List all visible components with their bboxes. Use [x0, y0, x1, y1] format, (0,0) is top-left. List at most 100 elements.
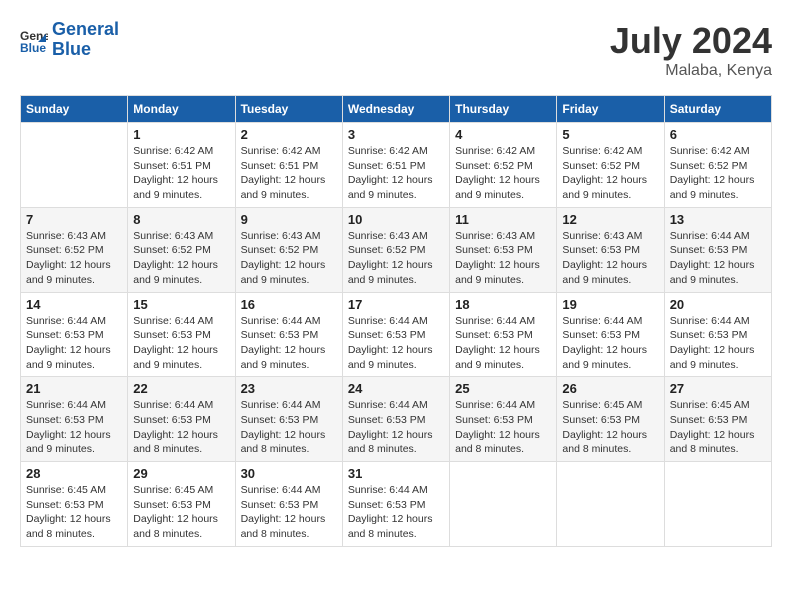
- day-info: Sunrise: 6:45 AMSunset: 6:53 PMDaylight:…: [26, 483, 122, 542]
- calendar-cell: 21Sunrise: 6:44 AMSunset: 6:53 PMDayligh…: [21, 377, 128, 462]
- header-sunday: Sunday: [21, 96, 128, 123]
- day-number: 10: [348, 212, 444, 227]
- day-info: Sunrise: 6:42 AMSunset: 6:51 PMDaylight:…: [133, 144, 229, 203]
- day-info: Sunrise: 6:43 AMSunset: 6:53 PMDaylight:…: [562, 229, 658, 288]
- calendar-cell: 26 Sunrise: 6:45 AMSunset: 6:53 PMDayligh…: [557, 377, 664, 462]
- day-number: 7: [26, 212, 122, 227]
- day-info: Sunrise: 6:43 AMSunset: 6:52 PMDaylight:…: [133, 229, 229, 288]
- day-info: Sunrise: 6:44 AMSunset: 6:53 PMDaylight:…: [455, 314, 551, 373]
- day-info: Sunrise: 6:45 AMSunset: 6:53 PMDaylight:…: [133, 483, 229, 542]
- day-info: Sunrise: 6:44 AMSunset: 6:53 PMDaylight:…: [133, 314, 229, 373]
- calendar-cell: 10 Sunrise: 6:43 AMSunset: 6:52 PMDayligh…: [342, 207, 449, 292]
- day-number: 26: [562, 381, 658, 396]
- day-info: Sunrise: 6:44 AMSunset: 6:53 PMDaylight:…: [241, 314, 337, 373]
- header-friday: Friday: [557, 96, 664, 123]
- day-info: Sunrise: 6:44 AMSunset: 6:53 PMDaylight:…: [670, 229, 766, 288]
- calendar-cell: 18 Sunrise: 6:44 AMSunset: 6:53 PMDayligh…: [450, 292, 557, 377]
- header-saturday: Saturday: [664, 96, 771, 123]
- day-number: 24: [348, 381, 444, 396]
- logo-icon: General Blue: [20, 26, 48, 54]
- header-thursday: Thursday: [450, 96, 557, 123]
- logo-text: General Blue: [52, 20, 119, 60]
- day-info: Sunrise: 6:45 AMSunset: 6:53 PMDaylight:…: [562, 398, 658, 457]
- day-number: 3: [348, 127, 444, 142]
- calendar-cell: 3Sunrise: 6:42 AMSunset: 6:51 PMDaylight…: [342, 123, 449, 208]
- calendar-cell: 5 Sunrise: 6:42 AMSunset: 6:52 PMDaylight…: [557, 123, 664, 208]
- calendar-cell: 22 Sunrise: 6:44 AMSunset: 6:53 PMDayligh…: [128, 377, 235, 462]
- calendar-cell: [664, 462, 771, 547]
- header-wednesday: Wednesday: [342, 96, 449, 123]
- day-info: Sunrise: 6:45 AMSunset: 6:53 PMDaylight:…: [670, 398, 766, 457]
- day-number: 23: [241, 381, 337, 396]
- day-info: Sunrise: 6:43 AMSunset: 6:53 PMDaylight:…: [455, 229, 551, 288]
- day-number: 14: [26, 297, 122, 312]
- day-number: 4: [455, 127, 551, 142]
- day-info: Sunrise: 6:44 AMSunset: 6:53 PMDaylight:…: [670, 314, 766, 373]
- day-info: Sunrise: 6:44 AMSunset: 6:53 PMDaylight:…: [348, 398, 444, 457]
- month-title: July 2024: [610, 20, 772, 62]
- calendar-cell: 16Sunrise: 6:44 AMSunset: 6:53 PMDayligh…: [235, 292, 342, 377]
- calendar-cell: 9 Sunrise: 6:43 AMSunset: 6:52 PMDaylight…: [235, 207, 342, 292]
- day-number: 8: [133, 212, 229, 227]
- day-number: 18: [455, 297, 551, 312]
- logo: General Blue General Blue: [20, 20, 119, 60]
- day-number: 9: [241, 212, 337, 227]
- calendar-cell: 11 Sunrise: 6:43 AMSunset: 6:53 PMDayligh…: [450, 207, 557, 292]
- logo-blue: Blue: [52, 39, 91, 59]
- calendar-cell: 4 Sunrise: 6:42 AMSunset: 6:52 PMDaylight…: [450, 123, 557, 208]
- day-info: Sunrise: 6:42 AMSunset: 6:51 PMDaylight:…: [241, 144, 337, 203]
- day-number: 20: [670, 297, 766, 312]
- day-number: 19: [562, 297, 658, 312]
- calendar-cell: 20 Sunrise: 6:44 AMSunset: 6:53 PMDayligh…: [664, 292, 771, 377]
- calendar-cell: 12 Sunrise: 6:43 AMSunset: 6:53 PMDayligh…: [557, 207, 664, 292]
- day-number: 22: [133, 381, 229, 396]
- calendar-cell: 15 Sunrise: 6:44 AMSunset: 6:53 PMDayligh…: [128, 292, 235, 377]
- day-info: Sunrise: 6:43 AMSunset: 6:52 PMDaylight:…: [241, 229, 337, 288]
- day-info: Sunrise: 6:44 AMSunset: 6:53 PMDaylight:…: [562, 314, 658, 373]
- day-number: 1: [133, 127, 229, 142]
- calendar-cell: 29 Sunrise: 6:45 AMSunset: 6:53 PMDayligh…: [128, 462, 235, 547]
- calendar-cell: 19 Sunrise: 6:44 AMSunset: 6:53 PMDayligh…: [557, 292, 664, 377]
- day-number: 17: [348, 297, 444, 312]
- day-number: 28: [26, 466, 122, 481]
- day-info: Sunrise: 6:43 AMSunset: 6:52 PMDaylight:…: [348, 229, 444, 288]
- calendar-cell: 24 Sunrise: 6:44 AMSunset: 6:53 PMDayligh…: [342, 377, 449, 462]
- calendar-cell: 13 Sunrise: 6:44 AMSunset: 6:53 PMDayligh…: [664, 207, 771, 292]
- header-tuesday: Tuesday: [235, 96, 342, 123]
- day-info: Sunrise: 6:42 AMSunset: 6:52 PMDaylight:…: [670, 144, 766, 203]
- svg-text:Blue: Blue: [20, 41, 46, 54]
- day-info: Sunrise: 6:44 AMSunset: 6:53 PMDaylight:…: [455, 398, 551, 457]
- calendar-cell: 23 Sunrise: 6:44 AMSunset: 6:53 PMDayligh…: [235, 377, 342, 462]
- calendar-table: SundayMondayTuesdayWednesdayThursdayFrid…: [20, 95, 772, 547]
- day-number: 12: [562, 212, 658, 227]
- calendar-cell: 25 Sunrise: 6:44 AMSunset: 6:53 PMDayligh…: [450, 377, 557, 462]
- calendar-cell: 27 Sunrise: 6:45 AMSunset: 6:53 PMDayligh…: [664, 377, 771, 462]
- day-number: 15: [133, 297, 229, 312]
- week-row-3: 14 Sunrise: 6:44 AMSunset: 6:53 PMDayligh…: [21, 292, 772, 377]
- calendar-cell: 6Sunrise: 6:42 AMSunset: 6:52 PMDaylight…: [664, 123, 771, 208]
- header-row: SundayMondayTuesdayWednesdayThursdayFrid…: [21, 96, 772, 123]
- day-info: Sunrise: 6:43 AMSunset: 6:52 PMDaylight:…: [26, 229, 122, 288]
- day-info: Sunrise: 6:44 AMSunset: 6:53 PMDaylight:…: [241, 483, 337, 542]
- day-info: Sunrise: 6:42 AMSunset: 6:52 PMDaylight:…: [455, 144, 551, 203]
- calendar-cell: 2 Sunrise: 6:42 AMSunset: 6:51 PMDaylight…: [235, 123, 342, 208]
- day-number: 2: [241, 127, 337, 142]
- day-info: Sunrise: 6:42 AMSunset: 6:52 PMDaylight:…: [562, 144, 658, 203]
- day-info: Sunrise: 6:44 AMSunset: 6:53 PMDaylight:…: [241, 398, 337, 457]
- day-number: 29: [133, 466, 229, 481]
- header-monday: Monday: [128, 96, 235, 123]
- day-info: Sunrise: 6:44 AMSunset: 6:53 PMDaylight:…: [348, 314, 444, 373]
- day-number: 27: [670, 381, 766, 396]
- title-block: July 2024 Malaba, Kenya: [610, 20, 772, 80]
- calendar-cell: [557, 462, 664, 547]
- calendar-cell: 14 Sunrise: 6:44 AMSunset: 6:53 PMDayligh…: [21, 292, 128, 377]
- day-number: 11: [455, 212, 551, 227]
- day-number: 25: [455, 381, 551, 396]
- calendar-cell: [450, 462, 557, 547]
- day-info: Sunrise: 6:44 AMSunset: 6:53 PMDaylight:…: [133, 398, 229, 457]
- day-info: Sunrise: 6:44 AMSunset: 6:53 PMDaylight:…: [26, 314, 122, 373]
- day-number: 13: [670, 212, 766, 227]
- day-number: 5: [562, 127, 658, 142]
- day-info: Sunrise: 6:44 AMSunset: 6:53 PMDaylight:…: [26, 398, 122, 457]
- logo-general: General: [52, 19, 119, 39]
